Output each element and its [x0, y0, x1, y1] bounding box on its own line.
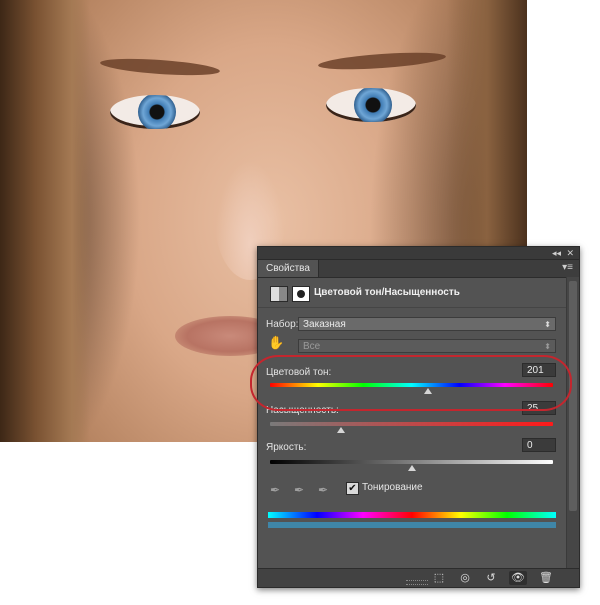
lightness-label: Яркость:	[266, 442, 307, 453]
panel-content: Цветовой тон/Насыщенность Набор: Заказна…	[258, 277, 567, 569]
scrollbar-thumb[interactable]	[569, 281, 577, 511]
lightness-slider-knob[interactable]	[407, 465, 416, 471]
preset-value: Заказная	[303, 319, 346, 330]
adjustment-icon[interactable]	[270, 286, 288, 302]
preset-select[interactable]: Заказная ⬍	[298, 317, 556, 331]
left-eye	[110, 95, 200, 129]
right-eyebrow	[317, 49, 447, 73]
panel-menu-icon[interactable]: ▾≡	[562, 262, 573, 274]
clip-to-layer-icon[interactable]: ⬚	[430, 571, 448, 585]
channel-select[interactable]: Все ⬍	[298, 339, 556, 353]
panel-footer: ⬚ ◎ ↺ 👁 🗑	[258, 568, 579, 587]
tab-properties[interactable]: Свойства	[258, 260, 319, 277]
lightness-value-field[interactable]: 0	[522, 438, 556, 452]
annotation-highlight-ellipse	[250, 355, 572, 411]
input-spectrum-bar	[268, 512, 556, 518]
eyedropper-icon[interactable]: ✒	[268, 483, 282, 497]
eyedropper-add-icon[interactable]: ✒	[292, 483, 306, 497]
targeted-adjustment-hand-icon[interactable]: ✋	[268, 335, 284, 351]
left-eyebrow	[99, 55, 221, 79]
channel-value: Все	[303, 341, 321, 352]
select-arrows-icon: ⬍	[544, 320, 551, 329]
panel-scrollbar[interactable]	[566, 277, 579, 569]
eyedropper-subtract-icon[interactable]: ✒	[316, 483, 330, 497]
adjustment-title: Цветовой тон/Насыщенность	[314, 287, 460, 298]
colorize-label: Тонирование	[362, 482, 423, 493]
reset-icon[interactable]: ↺	[482, 571, 500, 585]
visibility-eye-icon[interactable]: 👁	[509, 571, 527, 585]
colorize-checkbox[interactable]: ✔	[346, 482, 359, 495]
right-iris	[354, 88, 392, 122]
divider	[258, 307, 567, 308]
resize-grip[interactable]	[406, 580, 428, 585]
select-arrows-icon: ⬍	[544, 342, 551, 351]
output-tint-bar	[268, 522, 556, 528]
mask-icon[interactable]	[292, 286, 310, 302]
trash-icon[interactable]: 🗑	[537, 571, 555, 585]
left-iris	[138, 95, 176, 129]
lightness-slider-track[interactable]	[270, 460, 553, 464]
close-icon[interactable]: ✕	[566, 247, 574, 259]
view-previous-state-icon[interactable]: ◎	[456, 571, 474, 585]
preset-label: Набор:	[266, 319, 299, 330]
saturation-slider-knob[interactable]	[336, 427, 345, 433]
hair-left	[0, 0, 90, 442]
saturation-slider-track[interactable]	[270, 422, 553, 426]
collapse-icon[interactable]: ◂◂	[552, 247, 561, 259]
right-eye	[326, 88, 416, 122]
panel-tab-row: Свойства ▾≡	[258, 260, 579, 278]
panel-titlebar: ◂◂ ✕	[258, 247, 579, 260]
properties-panel: ◂◂ ✕ Свойства ▾≡ Цветовой тон/Насыщеннос…	[257, 246, 580, 588]
